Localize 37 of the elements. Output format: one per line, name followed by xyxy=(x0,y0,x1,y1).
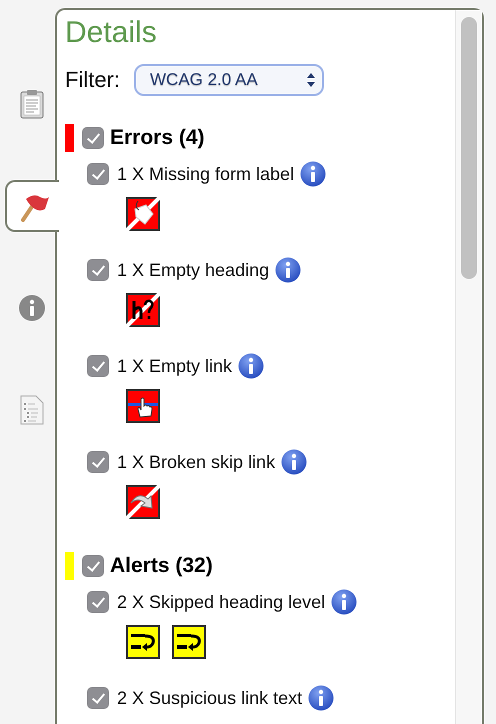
level-issue-icon xyxy=(126,625,160,659)
info-icon[interactable] xyxy=(281,449,308,475)
info-icon xyxy=(18,294,46,322)
checkbox[interactable] xyxy=(87,451,109,473)
category-title: Errors (4) xyxy=(110,126,205,150)
info-icon[interactable] xyxy=(308,685,334,711)
checkbox[interactable] xyxy=(87,687,109,709)
issue-label: 2 X Suspicious link text xyxy=(117,688,302,708)
checkbox[interactable] xyxy=(87,259,109,281)
checkbox[interactable] xyxy=(82,555,104,577)
issue-label: 2 X Skipped heading level xyxy=(117,592,326,612)
clipboard-icon xyxy=(20,89,44,119)
category-title: Alerts (32) xyxy=(110,554,213,578)
heading-issue-icon xyxy=(126,293,160,327)
filter-select[interactable]: WCAG 2.0 AA xyxy=(134,64,324,96)
filter-label: Filter: xyxy=(65,67,120,93)
checkbox[interactable] xyxy=(87,163,109,185)
document-icon xyxy=(20,395,44,425)
checkbox[interactable] xyxy=(87,355,109,377)
issue-label: 1 X Empty heading xyxy=(117,260,270,280)
issue-label: 1 X Empty link xyxy=(117,356,232,376)
info-icon[interactable] xyxy=(238,353,264,379)
issue-label: 1 X Missing form label xyxy=(117,164,294,184)
skip-issue-icon xyxy=(126,485,160,519)
info-icon[interactable] xyxy=(331,589,358,615)
sidebar-tab[interactable] xyxy=(5,180,59,232)
level-issue-icon xyxy=(172,625,206,659)
checkbox[interactable] xyxy=(82,127,104,149)
scrollbar-thumb[interactable] xyxy=(461,17,477,279)
info-icon[interactable] xyxy=(300,161,326,187)
tag-issue-icon xyxy=(126,197,160,231)
info-icon[interactable] xyxy=(275,257,302,283)
updown-arrows-icon xyxy=(306,71,316,89)
issue-label: 1 X Broken skip link xyxy=(117,452,276,472)
panel-title: Details xyxy=(65,16,158,50)
link-issue-icon xyxy=(126,389,160,423)
checkbox[interactable] xyxy=(87,591,109,613)
